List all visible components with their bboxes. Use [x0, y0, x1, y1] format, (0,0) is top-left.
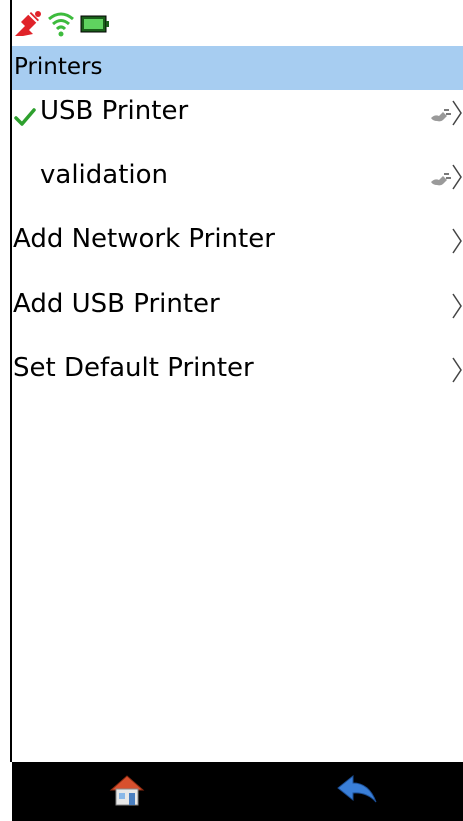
battery-icon	[80, 9, 110, 39]
title-bar: Printers	[12, 46, 463, 90]
chevron-right-icon	[451, 226, 463, 256]
chevron-right-icon	[451, 355, 463, 385]
home-icon	[107, 772, 147, 812]
check-icon	[14, 106, 36, 128]
chevron-right-icon	[451, 162, 463, 192]
home-button[interactable]	[105, 770, 149, 814]
chevron-right-icon	[451, 98, 463, 128]
chevron-right-icon	[451, 291, 463, 321]
list-item-add-usb-printer[interactable]: Add USB Printer	[12, 285, 463, 345]
wifi-icon	[46, 9, 76, 39]
list-item-usb-printer[interactable]: USB Printer	[12, 92, 463, 152]
list-item-label: USB Printer	[40, 96, 189, 126]
list-item-label: validation	[40, 160, 169, 190]
list-item-label: Add Network Printer	[13, 224, 275, 254]
list-item-label: Add USB Printer	[13, 289, 220, 319]
printers-screen: Printers USB Printer validation Add Netw…	[0, 0, 463, 821]
bottom-nav-bar	[12, 762, 463, 821]
plug-icon	[429, 168, 451, 190]
list-item-validation[interactable]: validation	[12, 156, 463, 216]
list-item-add-network-printer[interactable]: Add Network Printer	[12, 220, 463, 280]
page-title: Printers	[14, 54, 103, 80]
list-item-set-default-printer[interactable]: Set Default Printer	[12, 349, 463, 409]
back-button[interactable]	[335, 770, 379, 814]
plug-icon	[429, 104, 451, 126]
list-item-label: Set Default Printer	[13, 353, 254, 383]
status-bar	[12, 4, 110, 44]
signal-off-icon	[12, 9, 42, 39]
back-icon	[335, 772, 379, 812]
